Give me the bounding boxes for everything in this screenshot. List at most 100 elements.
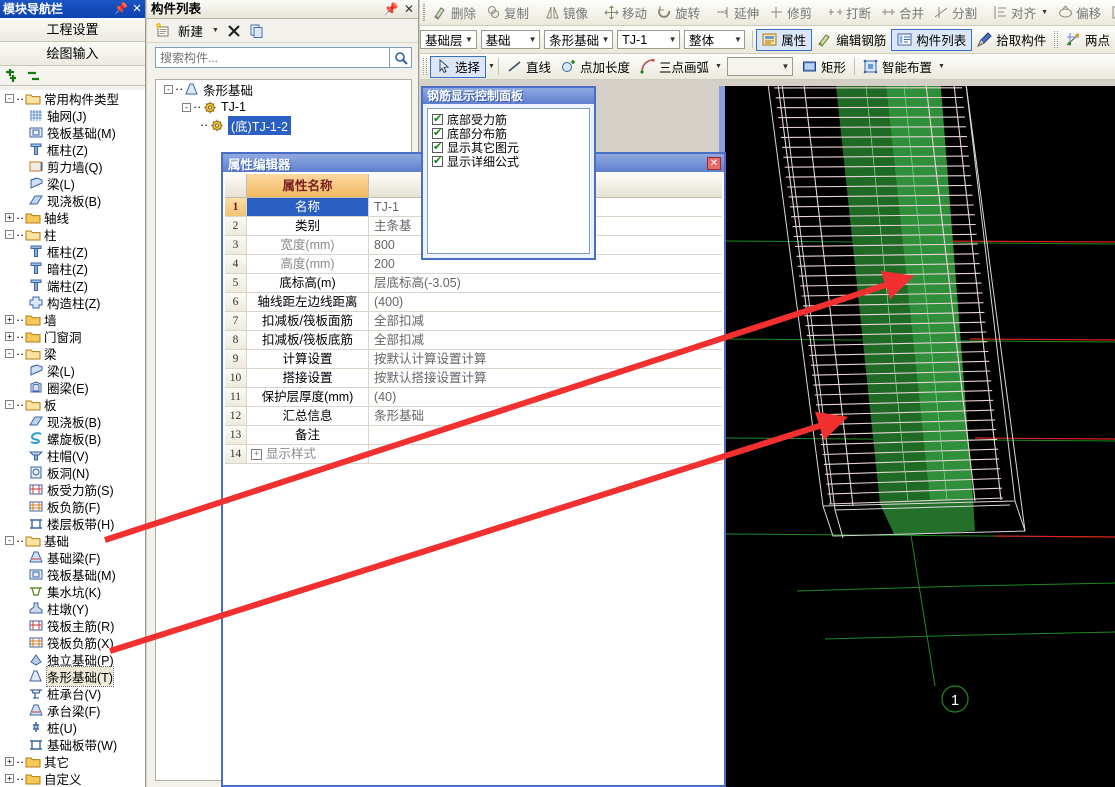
context-button-4[interactable]: 两点: [1061, 29, 1115, 51]
context-combo-2[interactable]: 条形基础 ▼: [544, 30, 614, 49]
draw-tool-0[interactable]: 直线: [502, 56, 556, 78]
tree-expander[interactable]: +: [5, 315, 14, 324]
module-tree-item[interactable]: 筏板基础(M): [0, 566, 145, 583]
context-button-1[interactable]: 编辑钢筋: [812, 29, 891, 51]
module-tree-item[interactable]: 板负筋(F): [0, 498, 145, 515]
edit-tool-7[interactable]: 打断: [823, 2, 876, 24]
module-tree-item[interactable]: 梁(L): [0, 362, 145, 379]
chevron-down-icon[interactable]: ▼: [488, 63, 495, 70]
module-tree-item[interactable]: - ·· 基础: [0, 532, 145, 549]
tree-expander[interactable]: +: [5, 757, 14, 766]
tree-expander[interactable]: -: [5, 400, 14, 409]
property-row[interactable]: 6 轴线距左边线距离 (400): [225, 293, 722, 312]
edit-tool-0[interactable]: 删除: [428, 2, 481, 24]
module-nav-tree[interactable]: - ·· 常用构件类型 轴网(J) 筏板基础(M) 框柱(Z) 剪力墙(Q) 梁(L) 现浇板(…: [0, 90, 145, 787]
edit-tool-4[interactable]: 旋转: [652, 2, 705, 24]
draw-tool-1[interactable]: 点加长度: [556, 56, 635, 78]
tree-expander[interactable]: -: [5, 230, 14, 239]
module-tree-item[interactable]: 暗柱(Z): [0, 260, 145, 277]
rebar-panel-list[interactable]: 底部受力筋底部分布筋显示其它图元显示详细公式: [427, 108, 590, 254]
context-button-0[interactable]: 属性: [756, 28, 813, 51]
module-tree-item[interactable]: 基础板带(W): [0, 736, 145, 753]
search-input[interactable]: [155, 47, 390, 68]
module-tree-item[interactable]: 圈梁(E): [0, 379, 145, 396]
close-icon[interactable]: ✕: [400, 0, 418, 19]
module-tree-item[interactable]: 现浇板(B): [0, 192, 145, 209]
module-tree-item[interactable]: 现浇板(B): [0, 413, 145, 430]
edit-tool-3[interactable]: 移动: [599, 2, 652, 24]
pin-icon[interactable]: 📌: [113, 0, 129, 18]
module-tree-item[interactable]: 楼层板带(H): [0, 515, 145, 532]
module-tree-item[interactable]: 框柱(Z): [0, 243, 145, 260]
module-tree-item[interactable]: 条形基础(T): [0, 666, 145, 687]
module-tree-item[interactable]: 独立基础(P): [0, 651, 145, 668]
context-combo-4[interactable]: 整体 ▼: [684, 30, 746, 49]
module-tree-item[interactable]: 筏板基础(M): [0, 124, 145, 141]
property-value-cell[interactable]: (40): [369, 388, 722, 406]
module-tree-item[interactable]: 基础梁(F): [0, 549, 145, 566]
property-value-cell[interactable]: [369, 426, 722, 444]
property-grid[interactable]: 属性名称 1 名称 TJ-1 2 类别 主条基 3 宽度(mm) 800 4 高度(mm) 200 5 底…: [225, 174, 722, 783]
module-tree-item[interactable]: 轴网(J): [0, 107, 145, 124]
property-value-cell[interactable]: [369, 445, 722, 463]
module-tree-item[interactable]: 柱帽(V): [0, 447, 145, 464]
close-icon[interactable]: ✕: [129, 0, 145, 18]
drawing-viewport[interactable]: 1: [725, 86, 1115, 787]
tree-expander[interactable]: -: [5, 94, 14, 103]
context-button-3[interactable]: 拾取构件: [972, 29, 1051, 51]
property-value-cell[interactable]: 层底标高(-3.05): [369, 274, 722, 292]
new-item-icon[interactable]: [153, 22, 171, 39]
search-icon[interactable]: [390, 47, 412, 68]
module-tree-item[interactable]: + ·· 自定义: [0, 770, 145, 787]
module-tree-item[interactable]: 框柱(Z): [0, 141, 145, 158]
chevron-down-icon[interactable]: ▼: [938, 63, 945, 70]
checkbox-icon[interactable]: [432, 140, 443, 153]
tree-expander[interactable]: +: [5, 332, 14, 341]
edit-tool-1[interactable]: 复制: [481, 2, 534, 24]
rebar-display-control-panel[interactable]: 钢筋显示控制面板 底部受力筋底部分布筋显示其它图元显示详细公式: [421, 86, 596, 260]
nav-button-project-settings[interactable]: 工程设置: [0, 18, 145, 42]
delete-x-icon[interactable]: [226, 23, 242, 39]
edit-tool-12[interactable]: 拉伸: [1106, 2, 1115, 24]
new-component-button[interactable]: 新建: [178, 21, 203, 40]
module-tree-item[interactable]: + ·· 轴线: [0, 209, 145, 226]
module-tree-item[interactable]: 桩(U): [0, 719, 145, 736]
toolbar-grip[interactable]: [423, 58, 427, 75]
property-row[interactable]: 13 备注: [225, 426, 722, 445]
module-tree-item[interactable]: 构造柱(Z): [0, 294, 145, 311]
module-tree-item[interactable]: - ·· 常用构件类型: [0, 90, 145, 107]
rebar-display-option[interactable]: 显示详细公式: [430, 154, 587, 169]
tree-expander[interactable]: -: [182, 102, 191, 112]
edit-tool-10[interactable]: 对齐 ▼: [988, 2, 1053, 24]
module-tree-item[interactable]: + ·· 门窗洞: [0, 328, 145, 345]
module-tree-item[interactable]: 桩承台(V): [0, 685, 145, 702]
edit-tool-8[interactable]: 合并: [876, 2, 929, 24]
tree-expander[interactable]: +: [5, 213, 14, 222]
module-tree-item[interactable]: + ·· 墙: [0, 311, 145, 328]
toolbar-grip[interactable]: [1054, 31, 1058, 48]
module-tree-item[interactable]: 承台梁(F): [0, 702, 145, 719]
property-value-cell[interactable]: 全部扣减: [369, 312, 722, 330]
module-tree-item[interactable]: 剪力墙(Q): [0, 158, 145, 175]
property-row[interactable]: 9 计算设置 按默认计算设置计算: [225, 350, 722, 369]
module-tree-item[interactable]: 梁(L): [0, 175, 145, 192]
chevron-down-icon[interactable]: ▼: [599, 35, 612, 44]
module-tree-item[interactable]: - ·· 板: [0, 396, 145, 413]
nav-button-draw-input[interactable]: 绘图输入: [0, 42, 145, 66]
property-row[interactable]: 11 保护层厚度(mm) (40): [225, 388, 722, 407]
property-row[interactable]: 12 汇总信息 条形基础: [225, 407, 722, 426]
pin-icon[interactable]: 📌: [382, 0, 400, 19]
checkbox-icon[interactable]: [432, 154, 443, 167]
tree-expander[interactable]: +: [5, 774, 14, 783]
draw-empty-combo[interactable]: ▼: [726, 57, 793, 76]
property-row[interactable]: 10 搭接设置 按默认搭接设置计算: [225, 369, 722, 388]
context-combo-3[interactable]: TJ-1 ▼: [617, 30, 681, 49]
module-tree-item[interactable]: 集水坑(K): [0, 583, 145, 600]
module-tree-item[interactable]: 端柱(Z): [0, 277, 145, 294]
chevron-down-icon[interactable]: ▼: [526, 35, 539, 44]
component-tree-item[interactable]: - ·· 条形基础: [156, 80, 411, 98]
property-row[interactable]: 5 底标高(m) 层底标高(-3.05): [225, 274, 722, 293]
property-value-cell[interactable]: 按默认计算设置计算: [369, 350, 722, 368]
module-tree-item[interactable]: 筏板主筋(R): [0, 617, 145, 634]
edit-tool-2[interactable]: 镜像: [540, 2, 593, 24]
